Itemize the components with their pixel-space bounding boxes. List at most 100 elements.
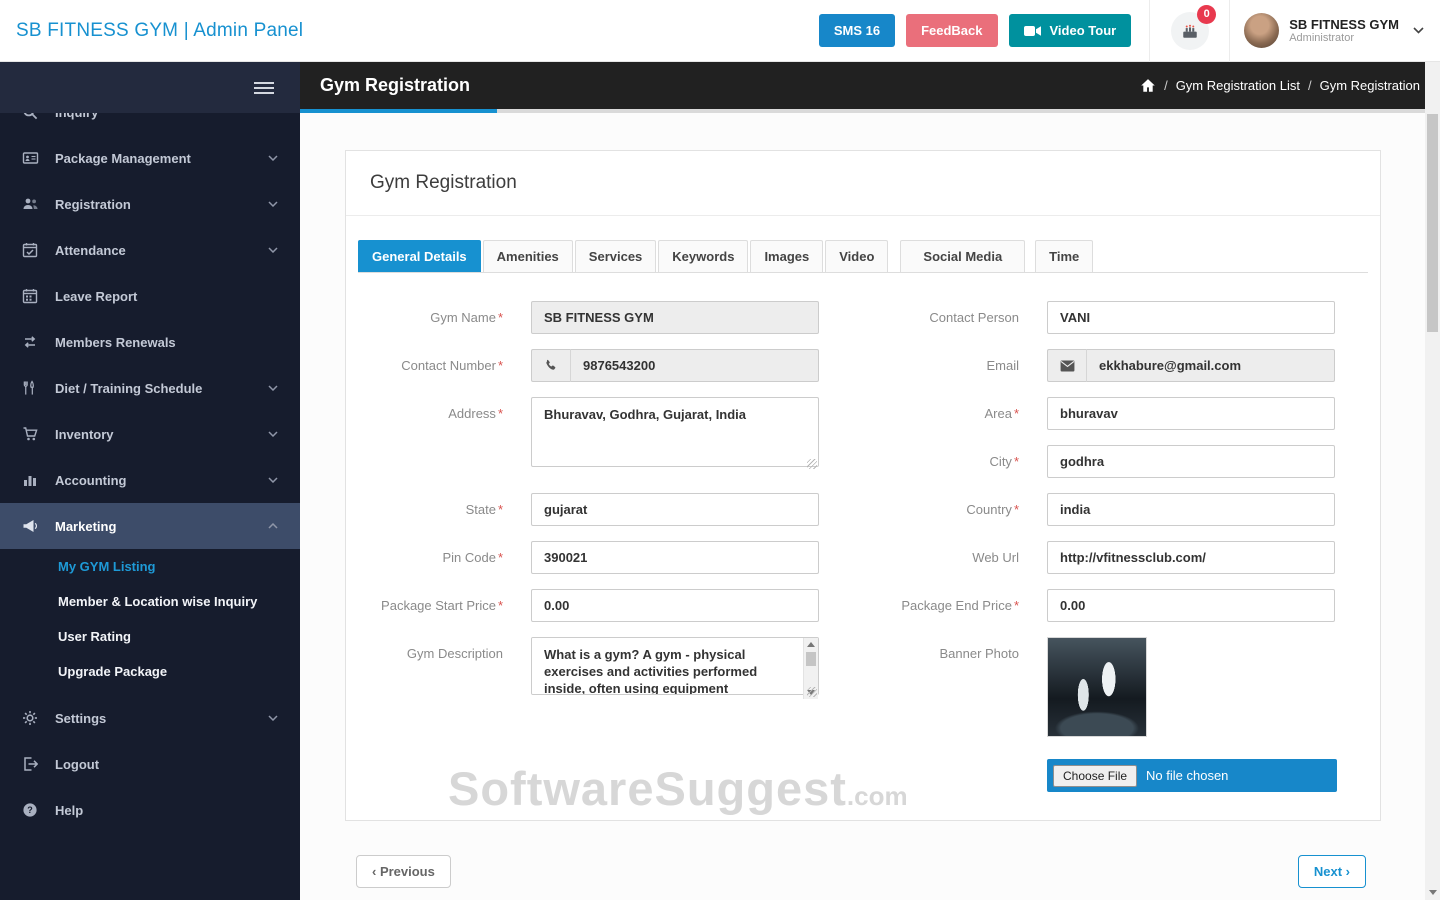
sidebar-menu: Inquiry Package Management Registration … [0,89,300,833]
pin-code-field[interactable] [531,541,819,574]
package-start-price-field[interactable] [531,589,819,622]
breadcrumb-link-list[interactable]: Gym Registration List [1176,78,1300,93]
sidebar-item-logout[interactable]: Logout [0,741,300,787]
banner-photo-image [1047,637,1147,737]
video-tour-label: Video Tour [1049,23,1117,38]
sidebar-item-leave-report[interactable]: Leave Report [0,273,300,319]
feedback-button[interactable]: FeedBack [906,14,998,47]
sidebar-item-members-renewals[interactable]: Members Renewals [0,319,300,365]
tab-video[interactable]: Video [825,240,889,272]
sidebar-item-label: Leave Report [55,288,138,304]
chevron-down-icon [268,431,278,437]
next-button[interactable]: Next › [1297,855,1366,888]
active-tab-underline [300,109,497,113]
gym-name-field[interactable] [531,301,819,334]
video-camera-icon [1023,25,1042,37]
tab-amenities[interactable]: Amenities [482,240,573,272]
resize-handle[interactable] [807,459,817,469]
sidebar-item-marketing[interactable]: Marketing [0,503,300,549]
contact-person-label: Contact Person [929,310,1019,325]
submenu-item-user-rating[interactable]: User Rating [0,619,300,654]
profile-menu[interactable]: SB FITNESS GYM Administrator [1230,13,1440,48]
marketing-submenu: My GYM Listing Member & Location wise In… [0,549,300,689]
sidebar-header [0,62,300,113]
page-title: Gym Registration [320,75,471,95]
birthday-notification-button[interactable]: 0 [1150,0,1231,62]
topbar-actions: SMS 16 FeedBack Video Tour 0 SB FITNESS … [818,0,1440,62]
gear-icon [22,710,55,726]
breadcrumb-separator: / [1307,78,1312,93]
users-icon [22,196,55,212]
cart-icon [22,426,55,442]
file-upload[interactable]: Choose File No file chosen [1047,759,1337,792]
sidebar-item-registration[interactable]: Registration [0,181,300,227]
email-label: Email [986,358,1019,373]
home-icon[interactable] [1140,78,1156,93]
header-underline [300,109,1440,113]
sidebar-item-label: Attendance [55,242,126,258]
phone-icon [531,349,571,382]
profile-text: SB FITNESS GYM Administrator [1289,17,1399,44]
tab-general-details[interactable]: General Details [358,240,481,272]
country-field[interactable] [1047,493,1335,526]
file-status-text: No file chosen [1146,768,1229,783]
banner-photo-label: Banner Photo [939,646,1019,661]
sidebar-item-help[interactable]: ? Help [0,787,300,833]
utensils-icon [22,380,55,396]
scrollbar-thumb[interactable] [1427,114,1438,332]
sidebar-item-package-management[interactable]: Package Management [0,135,300,181]
tab-keywords[interactable]: Keywords [658,240,749,272]
package-end-price-field[interactable] [1047,589,1335,622]
gym-description-label: Gym Description [406,646,503,661]
sidebar-item-label: Settings [55,710,107,726]
sidebar-item-accounting[interactable]: Accounting [0,457,300,503]
general-details-form: Gym Name* Contact Person Contact Number*… [346,273,1380,792]
contact-number-field[interactable] [571,349,819,382]
sidebar-item-label: Members Renewals [55,334,176,350]
sidebar-item-diet-training-schedule[interactable]: Diet / Training Schedule [0,365,300,411]
state-field[interactable] [531,493,819,526]
breadcrumb: / Gym Registration List / Gym Registrati… [1140,78,1420,93]
web-url-field[interactable] [1047,541,1335,574]
choose-file-button[interactable]: Choose File [1053,764,1138,787]
submenu-item-member-location-inquiry[interactable]: Member & Location wise Inquiry [0,584,300,619]
brand-title: SB FITNESS GYM | Admin Panel [16,19,304,41]
sidebar-item-settings[interactable]: Settings [0,695,300,741]
submenu-item-my-gym-listing[interactable]: My GYM Listing [0,549,300,584]
previous-button[interactable]: ‹ Previous [356,855,451,888]
chevron-down-icon [268,385,278,391]
gym-name-label: Gym Name * [430,310,503,325]
tab-time[interactable]: Time [1035,240,1094,272]
video-tour-button[interactable]: Video Tour [1008,14,1132,47]
address-field[interactable]: Bhuravav, Godhra, Gujarat, India [531,397,819,467]
scroll-up-icon[interactable] [804,638,818,651]
sidebar-item-attendance[interactable]: Attendance [0,227,300,273]
menu-toggle-button[interactable] [254,81,274,95]
tab-images[interactable]: Images [750,240,824,272]
submenu-item-upgrade-package[interactable]: Upgrade Package [0,654,300,689]
city-field[interactable] [1047,445,1335,478]
scroll-down-icon[interactable] [1425,885,1440,900]
bar-chart-icon [22,472,55,488]
sidebar-item-inventory[interactable]: Inventory [0,411,300,457]
contact-person-field[interactable] [1047,301,1335,334]
gym-description-field[interactable]: What is a gym? A gym - physical exercise… [531,637,819,695]
email-field[interactable] [1087,349,1335,382]
calendar-check-icon [22,242,55,258]
area-label: Area * [984,406,1019,421]
sidebar-item-label: Package Management [55,150,191,166]
main-content: Gym Registration General Details Ameniti… [300,113,1440,900]
logout-icon [22,756,55,772]
tab-services[interactable]: Services [574,240,657,272]
sms-button[interactable]: SMS 16 [818,14,896,47]
city-label: City * [989,454,1019,469]
scrollbar-thumb[interactable] [806,652,816,666]
resize-handle[interactable] [807,687,817,697]
address-label: Address * [448,406,503,421]
area-field[interactable] [1047,397,1335,430]
web-url-label: Web Url [972,550,1019,565]
page-scrollbar[interactable] [1425,62,1440,900]
user-role: Administrator [1289,32,1354,44]
tab-social-media[interactable]: Social Media [900,240,1026,272]
sidebar-item-label: Marketing [55,518,117,534]
